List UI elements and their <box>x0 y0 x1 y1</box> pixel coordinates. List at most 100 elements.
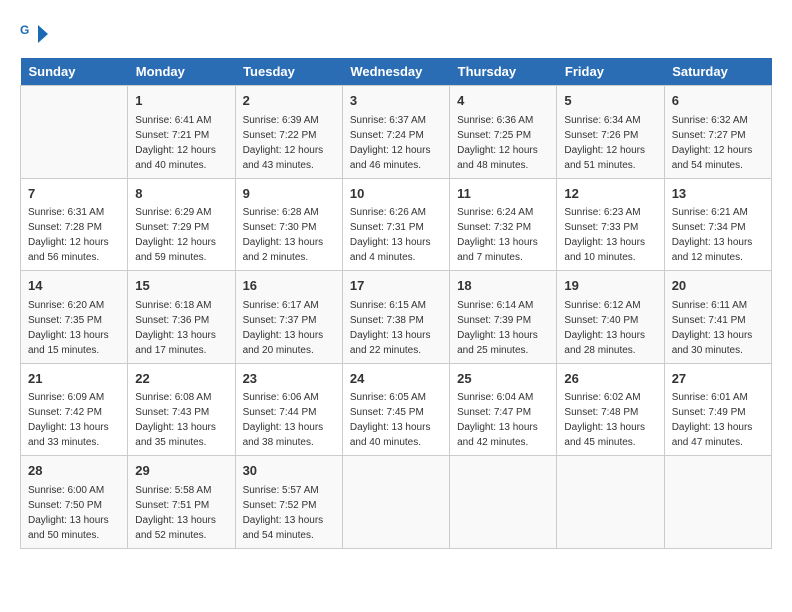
day-info: Sunrise: 6:26 AM Sunset: 7:31 PM Dayligh… <box>350 205 442 265</box>
day-number: 30 <box>243 461 335 481</box>
calendar-cell: 7Sunrise: 6:31 AM Sunset: 7:28 PM Daylig… <box>21 178 128 271</box>
day-info: Sunrise: 6:06 AM Sunset: 7:44 PM Dayligh… <box>243 390 335 450</box>
day-info: Sunrise: 6:08 AM Sunset: 7:43 PM Dayligh… <box>135 390 227 450</box>
day-info: Sunrise: 6:36 AM Sunset: 7:25 PM Dayligh… <box>457 113 549 173</box>
day-info: Sunrise: 5:57 AM Sunset: 7:52 PM Dayligh… <box>243 483 335 543</box>
calendar-cell <box>21 86 128 179</box>
calendar-cell <box>342 456 449 549</box>
calendar-cell: 12Sunrise: 6:23 AM Sunset: 7:33 PM Dayli… <box>557 178 664 271</box>
calendar-cell: 8Sunrise: 6:29 AM Sunset: 7:29 PM Daylig… <box>128 178 235 271</box>
day-info: Sunrise: 6:23 AM Sunset: 7:33 PM Dayligh… <box>564 205 656 265</box>
day-info: Sunrise: 6:01 AM Sunset: 7:49 PM Dayligh… <box>672 390 764 450</box>
calendar-cell: 25Sunrise: 6:04 AM Sunset: 7:47 PM Dayli… <box>450 363 557 456</box>
day-info: Sunrise: 6:15 AM Sunset: 7:38 PM Dayligh… <box>350 298 442 358</box>
day-info: Sunrise: 6:41 AM Sunset: 7:21 PM Dayligh… <box>135 113 227 173</box>
day-number: 15 <box>135 276 227 296</box>
calendar-cell: 20Sunrise: 6:11 AM Sunset: 7:41 PM Dayli… <box>664 271 771 364</box>
day-number: 6 <box>672 91 764 111</box>
calendar-cell <box>557 456 664 549</box>
logo: G <box>20 20 51 48</box>
day-header-saturday: Saturday <box>664 58 771 86</box>
day-number: 26 <box>564 369 656 389</box>
calendar-cell: 18Sunrise: 6:14 AM Sunset: 7:39 PM Dayli… <box>450 271 557 364</box>
day-number: 18 <box>457 276 549 296</box>
page-header: G <box>20 20 772 48</box>
calendar-cell: 17Sunrise: 6:15 AM Sunset: 7:38 PM Dayli… <box>342 271 449 364</box>
day-info: Sunrise: 6:18 AM Sunset: 7:36 PM Dayligh… <box>135 298 227 358</box>
day-number: 11 <box>457 184 549 204</box>
calendar-cell: 6Sunrise: 6:32 AM Sunset: 7:27 PM Daylig… <box>664 86 771 179</box>
day-number: 16 <box>243 276 335 296</box>
day-header-sunday: Sunday <box>21 58 128 86</box>
day-number: 22 <box>135 369 227 389</box>
calendar-cell: 11Sunrise: 6:24 AM Sunset: 7:32 PM Dayli… <box>450 178 557 271</box>
calendar-cell: 4Sunrise: 6:36 AM Sunset: 7:25 PM Daylig… <box>450 86 557 179</box>
svg-text:G: G <box>20 23 29 37</box>
day-info: Sunrise: 6:31 AM Sunset: 7:28 PM Dayligh… <box>28 205 120 265</box>
day-number: 20 <box>672 276 764 296</box>
calendar-cell: 21Sunrise: 6:09 AM Sunset: 7:42 PM Dayli… <box>21 363 128 456</box>
calendar-cell: 22Sunrise: 6:08 AM Sunset: 7:43 PM Dayli… <box>128 363 235 456</box>
calendar-cell: 19Sunrise: 6:12 AM Sunset: 7:40 PM Dayli… <box>557 271 664 364</box>
day-info: Sunrise: 6:21 AM Sunset: 7:34 PM Dayligh… <box>672 205 764 265</box>
calendar-table: SundayMondayTuesdayWednesdayThursdayFrid… <box>20 58 772 549</box>
day-info: Sunrise: 6:02 AM Sunset: 7:48 PM Dayligh… <box>564 390 656 450</box>
calendar-cell: 27Sunrise: 6:01 AM Sunset: 7:49 PM Dayli… <box>664 363 771 456</box>
day-number: 23 <box>243 369 335 389</box>
calendar-cell: 9Sunrise: 6:28 AM Sunset: 7:30 PM Daylig… <box>235 178 342 271</box>
day-info: Sunrise: 6:05 AM Sunset: 7:45 PM Dayligh… <box>350 390 442 450</box>
day-number: 24 <box>350 369 442 389</box>
calendar-cell: 14Sunrise: 6:20 AM Sunset: 7:35 PM Dayli… <box>21 271 128 364</box>
calendar-cell: 23Sunrise: 6:06 AM Sunset: 7:44 PM Dayli… <box>235 363 342 456</box>
calendar-cell: 13Sunrise: 6:21 AM Sunset: 7:34 PM Dayli… <box>664 178 771 271</box>
day-number: 17 <box>350 276 442 296</box>
day-info: Sunrise: 6:14 AM Sunset: 7:39 PM Dayligh… <box>457 298 549 358</box>
day-number: 3 <box>350 91 442 111</box>
day-header-wednesday: Wednesday <box>342 58 449 86</box>
day-info: Sunrise: 6:29 AM Sunset: 7:29 PM Dayligh… <box>135 205 227 265</box>
calendar-cell <box>450 456 557 549</box>
calendar-cell: 28Sunrise: 6:00 AM Sunset: 7:50 PM Dayli… <box>21 456 128 549</box>
day-number: 4 <box>457 91 549 111</box>
day-number: 7 <box>28 184 120 204</box>
day-info: Sunrise: 6:04 AM Sunset: 7:47 PM Dayligh… <box>457 390 549 450</box>
day-number: 13 <box>672 184 764 204</box>
calendar-cell: 3Sunrise: 6:37 AM Sunset: 7:24 PM Daylig… <box>342 86 449 179</box>
day-header-tuesday: Tuesday <box>235 58 342 86</box>
calendar-cell: 15Sunrise: 6:18 AM Sunset: 7:36 PM Dayli… <box>128 271 235 364</box>
day-number: 2 <box>243 91 335 111</box>
day-number: 29 <box>135 461 227 481</box>
day-number: 28 <box>28 461 120 481</box>
day-info: Sunrise: 6:34 AM Sunset: 7:26 PM Dayligh… <box>564 113 656 173</box>
day-info: Sunrise: 5:58 AM Sunset: 7:51 PM Dayligh… <box>135 483 227 543</box>
day-number: 9 <box>243 184 335 204</box>
day-number: 27 <box>672 369 764 389</box>
day-number: 19 <box>564 276 656 296</box>
logo-icon: G <box>20 20 48 48</box>
calendar-cell: 16Sunrise: 6:17 AM Sunset: 7:37 PM Dayli… <box>235 271 342 364</box>
day-info: Sunrise: 6:24 AM Sunset: 7:32 PM Dayligh… <box>457 205 549 265</box>
calendar-cell: 2Sunrise: 6:39 AM Sunset: 7:22 PM Daylig… <box>235 86 342 179</box>
day-number: 21 <box>28 369 120 389</box>
calendar-cell <box>664 456 771 549</box>
day-info: Sunrise: 6:37 AM Sunset: 7:24 PM Dayligh… <box>350 113 442 173</box>
day-number: 8 <box>135 184 227 204</box>
day-info: Sunrise: 6:39 AM Sunset: 7:22 PM Dayligh… <box>243 113 335 173</box>
day-info: Sunrise: 6:17 AM Sunset: 7:37 PM Dayligh… <box>243 298 335 358</box>
calendar-cell: 29Sunrise: 5:58 AM Sunset: 7:51 PM Dayli… <box>128 456 235 549</box>
calendar-cell: 1Sunrise: 6:41 AM Sunset: 7:21 PM Daylig… <box>128 86 235 179</box>
day-info: Sunrise: 6:32 AM Sunset: 7:27 PM Dayligh… <box>672 113 764 173</box>
day-number: 25 <box>457 369 549 389</box>
calendar-cell: 10Sunrise: 6:26 AM Sunset: 7:31 PM Dayli… <box>342 178 449 271</box>
calendar-cell: 30Sunrise: 5:57 AM Sunset: 7:52 PM Dayli… <box>235 456 342 549</box>
day-info: Sunrise: 6:00 AM Sunset: 7:50 PM Dayligh… <box>28 483 120 543</box>
day-number: 1 <box>135 91 227 111</box>
day-number: 5 <box>564 91 656 111</box>
day-number: 12 <box>564 184 656 204</box>
day-number: 14 <box>28 276 120 296</box>
day-info: Sunrise: 6:28 AM Sunset: 7:30 PM Dayligh… <box>243 205 335 265</box>
calendar-cell: 24Sunrise: 6:05 AM Sunset: 7:45 PM Dayli… <box>342 363 449 456</box>
day-header-monday: Monday <box>128 58 235 86</box>
calendar-cell: 26Sunrise: 6:02 AM Sunset: 7:48 PM Dayli… <box>557 363 664 456</box>
day-info: Sunrise: 6:11 AM Sunset: 7:41 PM Dayligh… <box>672 298 764 358</box>
